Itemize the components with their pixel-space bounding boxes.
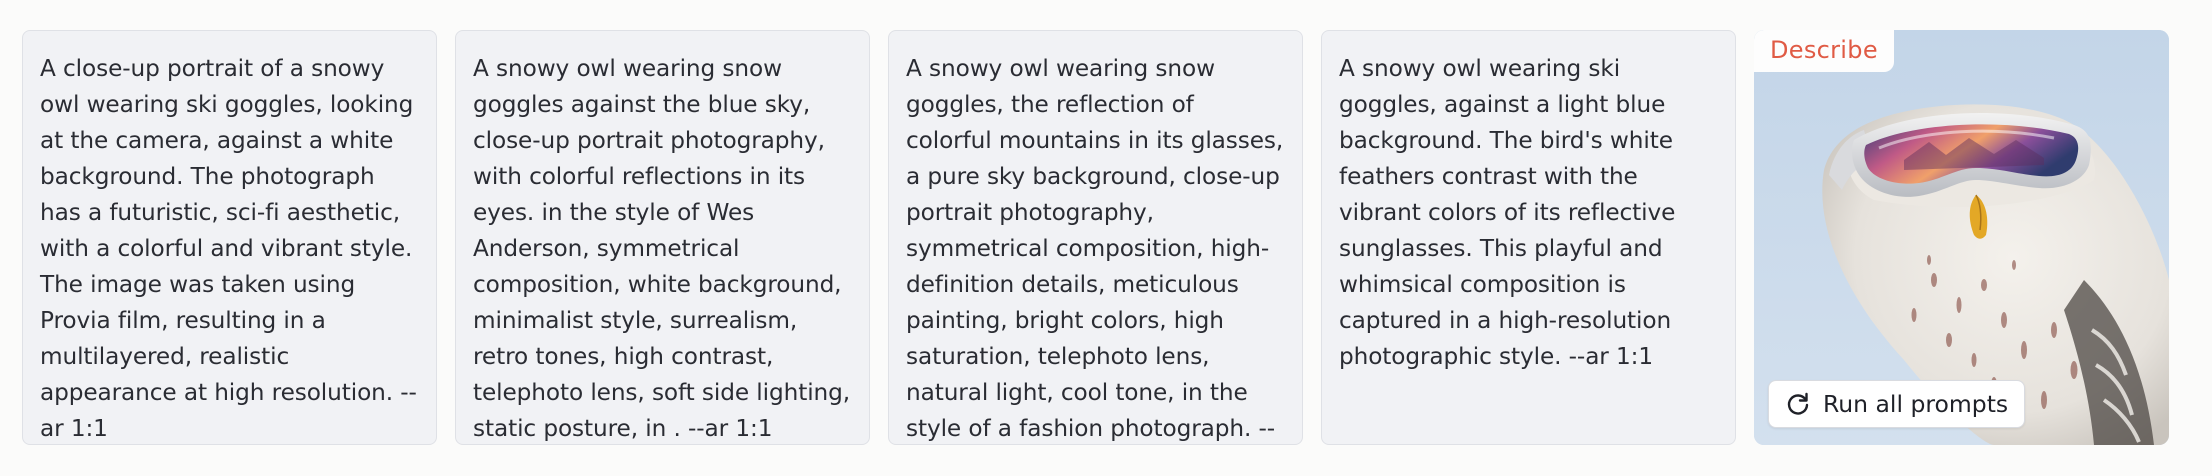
describe-tab[interactable]: Describe xyxy=(1754,30,1894,72)
run-all-prompts-label: Run all prompts xyxy=(1823,390,2009,418)
describe-results-row: A close-up portrait of a snowy owl weari… xyxy=(22,30,2184,445)
refresh-icon xyxy=(1787,392,1809,415)
run-all-prompts-button[interactable]: Run all prompts xyxy=(1768,380,2026,428)
prompt-text: A snowy owl wearing snow goggles against… xyxy=(473,55,851,442)
prompt-card-2[interactable]: A snowy owl wearing snow goggles against… xyxy=(455,30,870,445)
prompt-text: A close-up portrait of a snowy owl weari… xyxy=(40,55,417,442)
prompt-card-1[interactable]: A close-up portrait of a snowy owl weari… xyxy=(22,30,437,445)
prompt-text: A snowy owl wearing ski goggles, against… xyxy=(1339,55,1676,370)
prompt-card-4[interactable]: A snowy owl wearing ski goggles, against… xyxy=(1321,30,1736,445)
source-image-panel: Describe Run all prompts xyxy=(1754,30,2169,445)
prompt-card-3[interactable]: A snowy owl wearing snow goggles, the re… xyxy=(888,30,1303,445)
prompt-text: A snowy owl wearing snow goggles, the re… xyxy=(906,55,1284,442)
